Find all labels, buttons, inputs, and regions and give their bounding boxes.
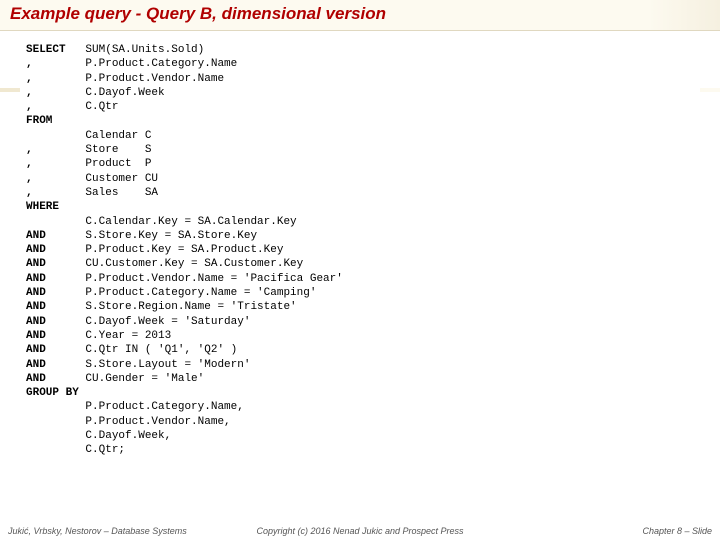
footer-copyright: Copyright (c) 2016 Nenad Jukic and Prosp…	[243, 526, 478, 536]
code-line: WHERE	[26, 200, 694, 214]
footer-chapter: Chapter 8 – Slide	[477, 526, 712, 536]
code-line: C.Qtr;	[26, 443, 694, 457]
code-line: , Sales SA	[26, 186, 694, 200]
code-line: P.Product.Category.Name,	[26, 400, 694, 414]
code-line: SELECT SUM(SA.Units.Sold)	[26, 43, 694, 57]
sql-code-block: SELECT SUM(SA.Units.Sold) , P.Product.Ca…	[20, 39, 700, 509]
footer-authors: Jukić, Vrbsky, Nestorov – Database Syste…	[8, 526, 243, 536]
code-line: Calendar C	[26, 129, 694, 143]
code-line: , Product P	[26, 157, 694, 171]
code-line: AND P.Product.Category.Name = 'Camping'	[26, 286, 694, 300]
code-line: AND C.Qtr IN ( 'Q1', 'Q2' )	[26, 343, 694, 357]
code-line: , Store S	[26, 143, 694, 157]
code-line: , P.Product.Vendor.Name	[26, 72, 694, 86]
code-line: P.Product.Vendor.Name,	[26, 415, 694, 429]
code-line: , C.Dayof.Week	[26, 86, 694, 100]
code-line: , P.Product.Category.Name	[26, 57, 694, 71]
code-line: GROUP BY	[26, 386, 694, 400]
code-line: AND CU.Gender = 'Male'	[26, 372, 694, 386]
code-line: AND C.Dayof.Week = 'Saturday'	[26, 315, 694, 329]
slide: Example query - Query B, dimensional ver…	[0, 0, 720, 540]
footer: Jukić, Vrbsky, Nestorov – Database Syste…	[0, 526, 720, 536]
code-line: AND CU.Customer.Key = SA.Customer.Key	[26, 257, 694, 271]
code-line: FROM	[26, 114, 694, 128]
code-line: AND S.Store.Layout = 'Modern'	[26, 358, 694, 372]
code-line: , C.Qtr	[26, 100, 694, 114]
code-line: AND C.Year = 2013	[26, 329, 694, 343]
title-bar: Example query - Query B, dimensional ver…	[0, 0, 720, 31]
code-line: C.Calendar.Key = SA.Calendar.Key	[26, 215, 694, 229]
code-line: C.Dayof.Week,	[26, 429, 694, 443]
code-line: AND S.Store.Region.Name = 'Tristate'	[26, 300, 694, 314]
slide-title: Example query - Query B, dimensional ver…	[10, 4, 710, 24]
code-line: AND P.Product.Vendor.Name = 'Pacifica Ge…	[26, 272, 694, 286]
code-line: AND P.Product.Key = SA.Product.Key	[26, 243, 694, 257]
code-line: , Customer CU	[26, 172, 694, 186]
code-line: AND S.Store.Key = SA.Store.Key	[26, 229, 694, 243]
